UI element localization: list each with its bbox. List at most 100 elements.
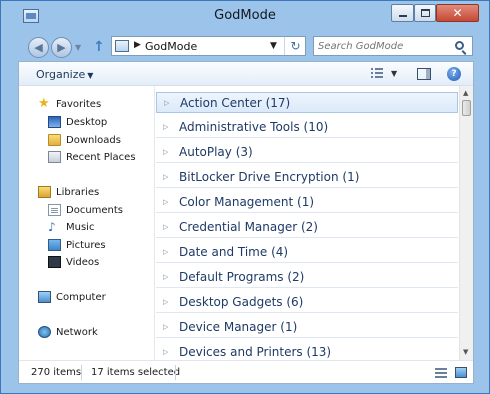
- help-icon[interactable]: ?: [447, 67, 461, 81]
- expand-triangle-icon[interactable]: ▷: [163, 173, 171, 181]
- navigation-pane: ★ Favorites Desktop Downloads Recent Pla…: [19, 86, 155, 360]
- group-label: Action Center (17): [180, 95, 291, 110]
- group-header-device-manager[interactable]: ▷ Device Manager (1): [156, 317, 458, 338]
- maximize-button[interactable]: [414, 4, 436, 22]
- group-list: ▷ Action Center (17) ▷ Administrative To…: [156, 86, 459, 360]
- details-view-icon[interactable]: [435, 368, 447, 378]
- content-area: Organize ▼ ▼ ? ★ Favorites Desktop Downlo…: [18, 61, 474, 384]
- music-note-icon: ♪: [48, 220, 56, 234]
- group-label: AutoPlay (3): [179, 145, 253, 159]
- refresh-button[interactable]: ↻: [284, 37, 306, 55]
- scroll-up-icon[interactable]: ▲: [463, 89, 468, 97]
- group-label: Devices and Printers (13): [179, 345, 332, 359]
- close-button[interactable]: ✕: [436, 4, 479, 22]
- maximize-icon: [420, 9, 430, 17]
- vertical-scrollbar[interactable]: ▲ ▼: [459, 86, 473, 360]
- nav-pictures[interactable]: Pictures: [48, 237, 106, 253]
- expand-triangle-icon[interactable]: ▷: [163, 273, 171, 281]
- nav-label: Pictures: [66, 239, 106, 251]
- address-bar[interactable]: ▶ GodMode ▼ ↻: [111, 36, 306, 56]
- status-divider: [81, 365, 82, 380]
- group-label: BitLocker Drive Encryption (1): [179, 170, 360, 184]
- group-header-devices-and-printers[interactable]: ▷ Devices and Printers (13): [156, 342, 458, 360]
- star-icon: ★: [38, 96, 50, 111]
- downloads-folder-icon: [48, 134, 61, 146]
- search-input[interactable]: [318, 39, 448, 54]
- address-history-dropdown[interactable]: ▼: [270, 41, 277, 51]
- pictures-icon: [48, 239, 61, 251]
- back-button[interactable]: ◀: [28, 37, 49, 58]
- group-header-default-programs[interactable]: ▷ Default Programs (2): [156, 267, 458, 288]
- change-view-icon[interactable]: [371, 68, 383, 79]
- expand-triangle-icon[interactable]: ▷: [163, 223, 171, 231]
- nav-downloads[interactable]: Downloads: [48, 132, 121, 148]
- large-icons-view-icon[interactable]: [455, 367, 467, 378]
- recent-places-icon: [48, 151, 61, 163]
- nav-documents[interactable]: Documents: [48, 202, 123, 218]
- refresh-icon: ↻: [290, 39, 301, 53]
- computer-icon: [38, 291, 51, 303]
- nav-libraries[interactable]: Libraries: [38, 184, 99, 200]
- search-icon[interactable]: [455, 41, 464, 50]
- nav-network[interactable]: Network: [38, 324, 98, 340]
- nav-label: Downloads: [66, 134, 121, 146]
- expand-triangle-icon[interactable]: ▷: [163, 323, 171, 331]
- status-divider: [175, 365, 176, 380]
- expand-triangle-icon[interactable]: ▷: [163, 348, 171, 356]
- explorer-window: GodMode ✕ ◀ ▶ ▼ ↑ ▶ GodMode ▼ ↻ Organize…: [0, 0, 490, 394]
- group-header-color-management[interactable]: ▷ Color Management (1): [156, 192, 458, 213]
- group-label: Device Manager (1): [179, 320, 298, 334]
- back-arrow-icon: ◀: [34, 41, 43, 54]
- group-header-credential-manager[interactable]: ▷ Credential Manager (2): [156, 217, 458, 238]
- close-icon: ✕: [452, 6, 463, 20]
- recent-locations-dropdown[interactable]: ▼: [75, 43, 81, 52]
- scrollbar-thumb[interactable]: [462, 100, 471, 116]
- nav-label: Desktop: [66, 116, 108, 128]
- navigation-bar: ◀ ▶ ▼ ↑ ▶ GodMode ▼ ↻: [1, 31, 489, 61]
- command-bar: Organize ▼ ▼ ?: [19, 62, 473, 86]
- scroll-down-icon[interactable]: ▼: [463, 348, 468, 356]
- nav-recent-places[interactable]: Recent Places: [48, 149, 136, 165]
- status-bar: 270 items 17 items selected: [19, 360, 473, 383]
- nav-computer[interactable]: Computer: [38, 289, 106, 305]
- forward-arrow-icon: ▶: [57, 41, 66, 54]
- nav-desktop[interactable]: Desktop: [48, 114, 107, 130]
- nav-label: Documents: [66, 204, 124, 216]
- expand-triangle-icon[interactable]: ▷: [163, 298, 171, 306]
- group-header-action-center[interactable]: ▷ Action Center (17): [156, 92, 458, 113]
- nav-music[interactable]: ♪ Music: [48, 219, 94, 235]
- nav-label: Computer: [56, 291, 106, 303]
- organize-button[interactable]: Organize ▼: [36, 68, 93, 81]
- nav-label: Favorites: [56, 98, 102, 110]
- expand-triangle-icon[interactable]: ▷: [163, 198, 171, 206]
- nav-label: Videos: [66, 256, 100, 268]
- expand-triangle-icon[interactable]: ▷: [163, 248, 171, 256]
- breadcrumb-godmode[interactable]: GodMode: [145, 40, 197, 53]
- libraries-icon: [38, 186, 51, 198]
- group-header-date-and-time[interactable]: ▷ Date and Time (4): [156, 242, 458, 263]
- videos-icon: [48, 256, 61, 268]
- nav-label: Music: [66, 221, 95, 233]
- folder-location-icon: [115, 40, 129, 52]
- group-label: Desktop Gadgets (6): [179, 295, 304, 309]
- expand-triangle-icon[interactable]: ▷: [163, 123, 171, 131]
- documents-icon: [48, 204, 61, 216]
- up-button[interactable]: ↑: [93, 39, 105, 55]
- group-header-administrative-tools[interactable]: ▷ Administrative Tools (10): [156, 117, 458, 138]
- group-header-autoplay[interactable]: ▷ AutoPlay (3): [156, 142, 458, 163]
- view-options-dropdown[interactable]: ▼: [391, 69, 397, 78]
- breadcrumb-separator-icon[interactable]: ▶: [134, 40, 141, 50]
- expand-triangle-icon[interactable]: ▷: [163, 148, 171, 156]
- nav-videos[interactable]: Videos: [48, 254, 99, 270]
- minimize-button[interactable]: [391, 4, 414, 22]
- group-label: Administrative Tools (10): [179, 120, 329, 134]
- nav-favorites[interactable]: ★ Favorites: [38, 96, 101, 112]
- preview-pane-icon[interactable]: [417, 68, 431, 80]
- title-bar[interactable]: GodMode ✕: [1, 1, 489, 31]
- forward-button[interactable]: ▶: [51, 37, 72, 58]
- organize-label: Organize: [36, 68, 86, 81]
- group-header-desktop-gadgets[interactable]: ▷ Desktop Gadgets (6): [156, 292, 458, 313]
- search-box[interactable]: [313, 36, 473, 56]
- expand-triangle-icon[interactable]: ▷: [164, 99, 172, 107]
- group-header-bitlocker[interactable]: ▷ BitLocker Drive Encryption (1): [156, 167, 458, 188]
